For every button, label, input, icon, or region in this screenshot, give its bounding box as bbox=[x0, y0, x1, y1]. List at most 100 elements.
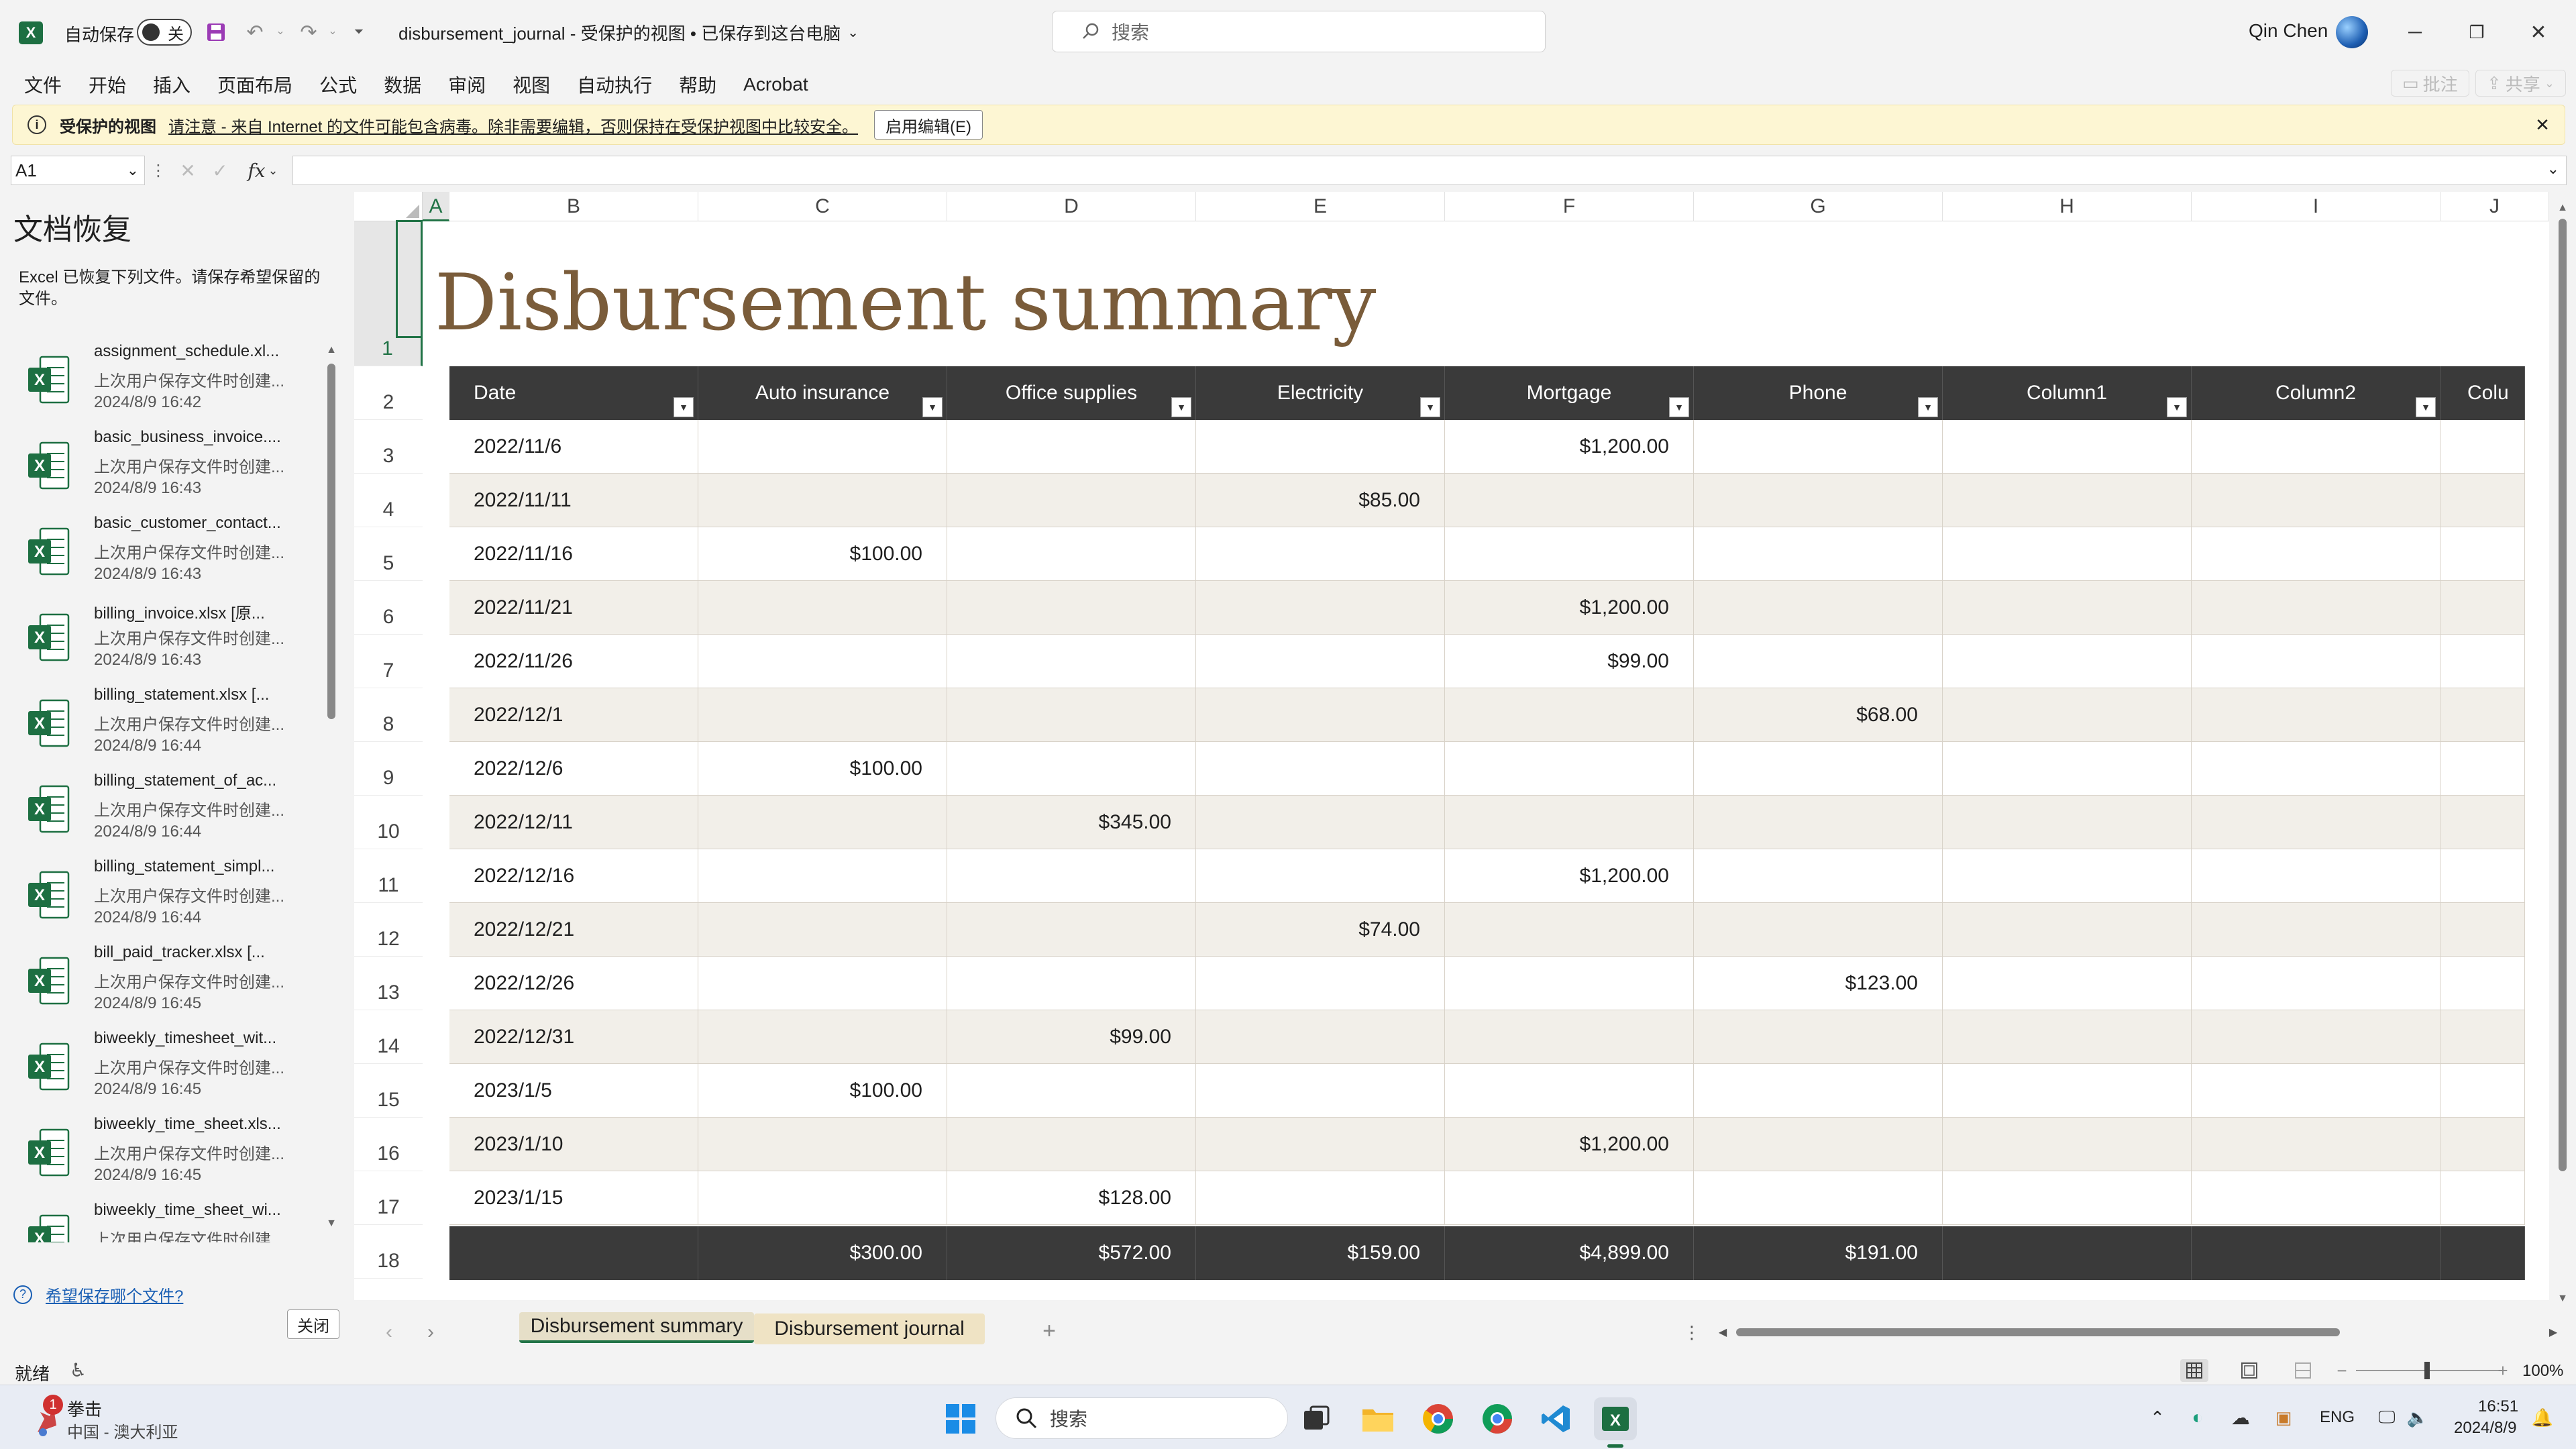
amount-cell[interactable] bbox=[1196, 527, 1445, 581]
amount-cell[interactable] bbox=[2192, 742, 2440, 796]
scroll-right-icon[interactable]: ▶ bbox=[2546, 1326, 2560, 1339]
scroll-down-icon[interactable]: ▼ bbox=[2556, 1292, 2569, 1305]
amount-cell[interactable]: $1,200.00 bbox=[1445, 581, 1694, 635]
scroll-up-icon[interactable]: ▲ bbox=[2556, 201, 2569, 215]
column-header[interactable]: A bbox=[423, 192, 449, 221]
amount-cell[interactable] bbox=[1196, 1118, 1445, 1171]
amount-cell[interactable] bbox=[2440, 581, 2525, 635]
column-header[interactable]: I bbox=[2192, 192, 2440, 221]
amount-cell[interactable] bbox=[1445, 796, 1694, 849]
scroll-left-icon[interactable]: ◀ bbox=[1716, 1326, 1729, 1339]
name-box[interactable]: A1 ⌄ bbox=[11, 156, 145, 185]
amount-cell[interactable] bbox=[698, 849, 947, 903]
amount-cell[interactable] bbox=[698, 581, 947, 635]
amount-cell[interactable] bbox=[2192, 474, 2440, 527]
row-header[interactable]: 11 bbox=[354, 849, 423, 903]
column-header[interactable]: C bbox=[698, 192, 947, 221]
filter-dropdown-icon[interactable]: ▼ bbox=[1420, 397, 1440, 417]
row-header[interactable]: 4 bbox=[354, 474, 423, 527]
amount-cell[interactable] bbox=[2440, 1064, 2525, 1118]
amount-cell[interactable] bbox=[1943, 796, 2192, 849]
date-cell[interactable]: 2022/12/1 bbox=[449, 688, 698, 742]
amount-cell[interactable] bbox=[698, 903, 947, 957]
recovered-file-item[interactable]: Xbilling_statement.xlsx [... 上次用户保存文件时创建.… bbox=[0, 684, 322, 770]
amount-cell[interactable] bbox=[2440, 474, 2525, 527]
filter-dropdown-icon[interactable]: ▼ bbox=[1918, 397, 1938, 417]
amount-cell[interactable] bbox=[947, 903, 1196, 957]
amount-cell[interactable] bbox=[698, 474, 947, 527]
formula-input[interactable]: ⌄ bbox=[292, 156, 2567, 185]
amount-cell[interactable]: $68.00 bbox=[1694, 688, 1943, 742]
amount-cell[interactable]: $100.00 bbox=[698, 1064, 947, 1118]
amount-cell[interactable] bbox=[2440, 635, 2525, 688]
autosave-toggle[interactable]: 关 bbox=[137, 19, 192, 46]
column-header[interactable]: F bbox=[1445, 192, 1694, 221]
amount-cell[interactable] bbox=[2440, 420, 2525, 474]
amount-cell[interactable]: $1,200.00 bbox=[1445, 420, 1694, 474]
date-cell[interactable]: 2022/11/21 bbox=[449, 581, 698, 635]
normal-view-icon[interactable] bbox=[2180, 1359, 2208, 1382]
amount-cell[interactable] bbox=[698, 1118, 947, 1171]
amount-cell[interactable] bbox=[1694, 849, 1943, 903]
date-cell[interactable]: 2023/1/5 bbox=[449, 1064, 698, 1118]
column-header[interactable]: H bbox=[1943, 192, 2192, 221]
table-header-cell[interactable]: Auto insurance ▼ bbox=[698, 366, 947, 420]
input-language[interactable]: ENG bbox=[2320, 1408, 2355, 1427]
protected-view-message[interactable]: 请注意 - 来自 Internet 的文件可能包含病毒。除非需要编辑，否则保持在… bbox=[168, 113, 858, 137]
total-cell[interactable] bbox=[1943, 1226, 2192, 1280]
amount-cell[interactable] bbox=[1943, 474, 2192, 527]
amount-cell[interactable] bbox=[1445, 1010, 1694, 1064]
amount-cell[interactable] bbox=[1694, 581, 1943, 635]
amount-cell[interactable]: $123.00 bbox=[1694, 957, 1943, 1010]
amount-cell[interactable]: $1,200.00 bbox=[1445, 1118, 1694, 1171]
recovered-file-item[interactable]: Xbilling_statement_of_ac... 上次用户保存文件时创建..… bbox=[0, 770, 322, 856]
filter-dropdown-icon[interactable]: ▼ bbox=[922, 397, 943, 417]
amount-cell[interactable] bbox=[1943, 1171, 2192, 1225]
tab-file[interactable]: 文件 bbox=[24, 71, 62, 98]
tab-help[interactable]: 帮助 bbox=[679, 71, 716, 98]
date-cell[interactable]: 2022/12/21 bbox=[449, 903, 698, 957]
amount-cell[interactable]: $128.00 bbox=[947, 1171, 1196, 1225]
row-header[interactable]: 7 bbox=[354, 635, 423, 688]
amount-cell[interactable] bbox=[1445, 957, 1694, 1010]
redo-dropdown-icon[interactable]: ⌄ bbox=[326, 24, 339, 38]
scroll-down-icon[interactable]: ▼ bbox=[325, 1217, 338, 1230]
row-header[interactable]: 18 bbox=[354, 1225, 423, 1279]
amount-cell[interactable] bbox=[1196, 957, 1445, 1010]
total-cell[interactable] bbox=[2192, 1226, 2440, 1280]
more-options-icon[interactable]: ⋮ bbox=[150, 158, 166, 182]
add-sheet-icon[interactable]: + bbox=[1036, 1318, 1063, 1344]
row-header[interactable]: 8 bbox=[354, 688, 423, 742]
row-header[interactable]: 16 bbox=[354, 1118, 423, 1171]
amount-cell[interactable] bbox=[698, 1171, 947, 1225]
amount-cell[interactable] bbox=[1694, 1118, 1943, 1171]
amount-cell[interactable] bbox=[947, 849, 1196, 903]
amount-cell[interactable] bbox=[2192, 1064, 2440, 1118]
amount-cell[interactable] bbox=[2192, 527, 2440, 581]
row-header[interactable]: 9 bbox=[354, 742, 423, 796]
amount-cell[interactable] bbox=[2440, 903, 2525, 957]
amount-cell[interactable] bbox=[1943, 957, 2192, 1010]
column-header[interactable]: G bbox=[1694, 192, 1943, 221]
zoom-in-icon[interactable]: + bbox=[2493, 1359, 2513, 1382]
total-cell[interactable]: $191.00 bbox=[1694, 1226, 1943, 1280]
amount-cell[interactable] bbox=[1943, 1118, 2192, 1171]
amount-cell[interactable] bbox=[2440, 742, 2525, 796]
amount-cell[interactable] bbox=[1445, 903, 1694, 957]
amount-cell[interactable] bbox=[2192, 796, 2440, 849]
amount-cell[interactable] bbox=[1694, 1010, 1943, 1064]
chrome-icon[interactable] bbox=[1417, 1397, 1460, 1440]
avatar[interactable] bbox=[2336, 16, 2368, 48]
amount-cell[interactable] bbox=[2440, 1171, 2525, 1225]
scroll-thumb[interactable] bbox=[327, 364, 335, 719]
amount-cell[interactable]: $1,200.00 bbox=[1445, 849, 1694, 903]
total-cell[interactable]: $300.00 bbox=[698, 1226, 947, 1280]
amount-cell[interactable] bbox=[1445, 688, 1694, 742]
amount-cell[interactable]: $99.00 bbox=[1445, 635, 1694, 688]
amount-cell[interactable] bbox=[947, 420, 1196, 474]
filter-dropdown-icon[interactable]: ▼ bbox=[1669, 397, 1689, 417]
amount-cell[interactable] bbox=[2440, 796, 2525, 849]
select-all-corner[interactable] bbox=[354, 192, 423, 221]
date-cell[interactable]: 2022/12/11 bbox=[449, 796, 698, 849]
amount-cell[interactable]: $345.00 bbox=[947, 796, 1196, 849]
